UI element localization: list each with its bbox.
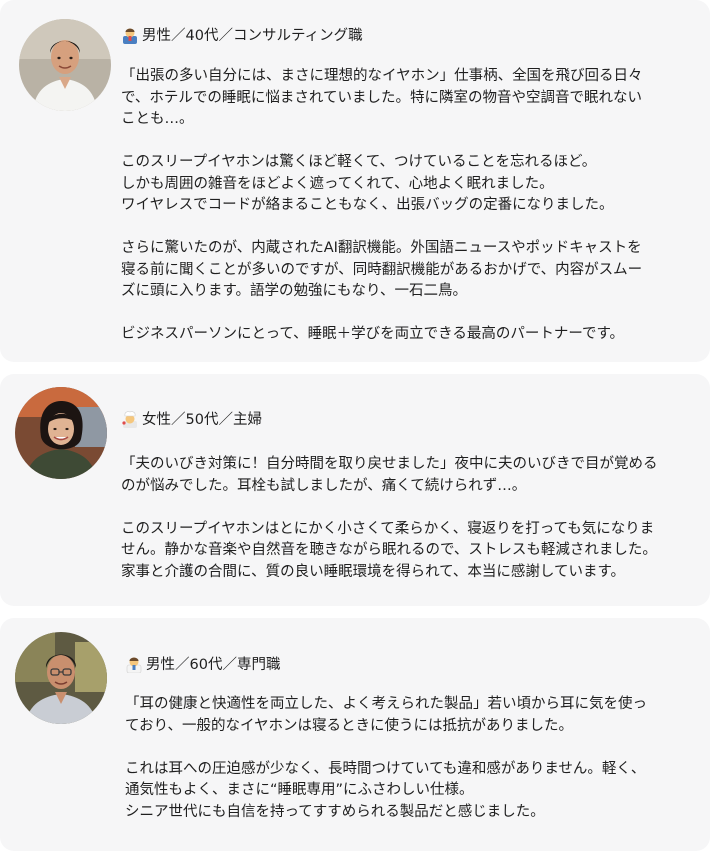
woman-cook-emoji bbox=[121, 410, 139, 428]
reviewer-profile-text: 女性／50代／主婦 bbox=[142, 412, 262, 428]
review-line: で、ホテルでの睡眠に悩まされていました。特に隣室の物音や空調音で眠れない bbox=[121, 89, 642, 106]
review-paragraph: これは耳への圧迫感が少なく、長時間つけていても違和感がありません。軽く、 通気性… bbox=[125, 759, 700, 824]
review-line: 通気性もよく、まさに“睡眠専用”にふさわしい仕様。 bbox=[125, 782, 474, 798]
review-paragraph: このスリープイヤホンはとにかく小さくて柔らかく、寝返りを打っても気になりま せん… bbox=[121, 519, 696, 584]
review-paragraph: さらに驚いたのが、内蔵されたAI翻訳機能。外国語ニュースやポッドキャストを 寝る… bbox=[121, 238, 696, 303]
man-office-worker-emoji bbox=[121, 26, 139, 44]
review-line: ズに頭に入ります。語学の勉強にもなり、一石二鳥。 bbox=[121, 283, 467, 299]
reviewer-profile-text: 男性／60代／専門職 bbox=[146, 657, 281, 673]
review-paragraph: 「出張の多い自分には、まさに理想的なイヤホン」仕事柄、全国を飛び回る日々 で、ホ… bbox=[121, 66, 696, 131]
review-line: 寝る前に聞くことが多いのですが、同時翻訳機能があるおかげで、内容がスムー bbox=[121, 261, 643, 278]
review-line: 「出張の多い自分には、まさに理想的なイヤホン」仕事柄、全国を飛び回る日々 bbox=[121, 68, 643, 84]
reviewer-profile: 女性／50代／主婦 bbox=[121, 408, 262, 429]
review-line: ことも…。 bbox=[121, 111, 194, 127]
review-line: 「夫のいびき対策に！自分時間を取り戻せました」夜中に夫のいびきで目が覚める bbox=[121, 456, 658, 472]
review-card: 男性／60代／専門職 「耳の健康と快適性を両立した、よく考えられた製品」若い頃か… bbox=[0, 618, 710, 851]
review-line: シニア世代にも自信を持ってすすめられる製品だと感じました。 bbox=[125, 803, 545, 820]
review-paragraph: このスリープイヤホンは驚くほど軽くて、つけていることを忘れるほど。 しかも周囲の… bbox=[121, 152, 696, 217]
review-card: 女性／50代／主婦 「夫のいびき対策に！自分時間を取り戻せました」夜中に夫のいび… bbox=[0, 374, 710, 606]
review-paragraph: ビジネスパーソンにとって、睡眠＋学びを両立できる最高のパートナーです。 bbox=[121, 324, 696, 346]
review-line: せん。静かな音楽や自然音を聴きながら眠れるので、ストレスも軽減されました。 bbox=[121, 542, 657, 558]
review-line: これは耳への圧迫感が少なく、長時間つけていても違和感がありません。軽く、 bbox=[125, 760, 646, 777]
review-paragraph: 「耳の健康と快適性を両立した、よく考えられた製品」若い頃から耳に気を使っ ており… bbox=[125, 694, 700, 737]
review-line: このスリープイヤホンは驚くほど軽くて、つけていることを忘れるほど。 bbox=[121, 154, 597, 170]
man-professional-emoji bbox=[125, 655, 143, 673]
review-paragraph: 「夫のいびき対策に！自分時間を取り戻せました」夜中に夫のいびきで目が覚める のが… bbox=[121, 454, 696, 497]
review-line: ビジネスパーソンにとって、睡眠＋学びを両立できる最高のパートナーです。 bbox=[121, 326, 625, 342]
reviewer-profile: 男性／40代／コンサルティング職 bbox=[121, 24, 363, 45]
reviewer-profile-text: 男性／40代／コンサルティング職 bbox=[142, 28, 363, 44]
review-line: ワイヤレスでコードが絡まることもなく、出張バッグの定番になりました。 bbox=[121, 197, 614, 213]
woman-photo-avatar bbox=[15, 387, 107, 479]
review-text: 「出張の多い自分には、まさに理想的なイヤホン」仕事柄、全国を飛び回る日々 で、ホ… bbox=[121, 66, 696, 346]
review-text: 「夫のいびき対策に！自分時間を取り戻せました」夜中に夫のいびきで目が覚める のが… bbox=[121, 454, 696, 583]
review-text: 「耳の健康と快適性を両立した、よく考えられた製品」若い頃から耳に気を使っ ており… bbox=[125, 694, 700, 823]
reviewer-profile: 男性／60代／専門職 bbox=[125, 653, 280, 674]
review-line: ており、一般的なイヤホンは寝るときに使うには抵抗がありました。 bbox=[125, 717, 574, 734]
review-card: 男性／40代／コンサルティング職 「出張の多い自分には、まさに理想的なイヤホン」… bbox=[0, 0, 710, 362]
review-line: しかも周囲の雑音をほどよく遮ってくれて、心地よく眠れました。 bbox=[121, 175, 554, 192]
review-line: のが悩みでした。耳栓も試しましたが、痛くて続けられず…。 bbox=[121, 477, 527, 494]
review-line: 家事と介護の合間に、質の良い睡眠環境を得られて、本当に感謝しています。 bbox=[121, 563, 626, 580]
review-line: さらに驚いたのが、内蔵されたAI翻訳機能。外国語ニュースやポッドキャストを bbox=[121, 240, 642, 256]
review-line: このスリープイヤホンはとにかく小さくて柔らかく、寝返りを打っても気になりま bbox=[121, 520, 655, 537]
man-photo-avatar bbox=[19, 19, 111, 111]
review-line: 「耳の健康と快適性を両立した、よく考えられた製品」若い頃から耳に気を使っ bbox=[125, 696, 647, 712]
older-man-photo-avatar bbox=[15, 632, 107, 724]
